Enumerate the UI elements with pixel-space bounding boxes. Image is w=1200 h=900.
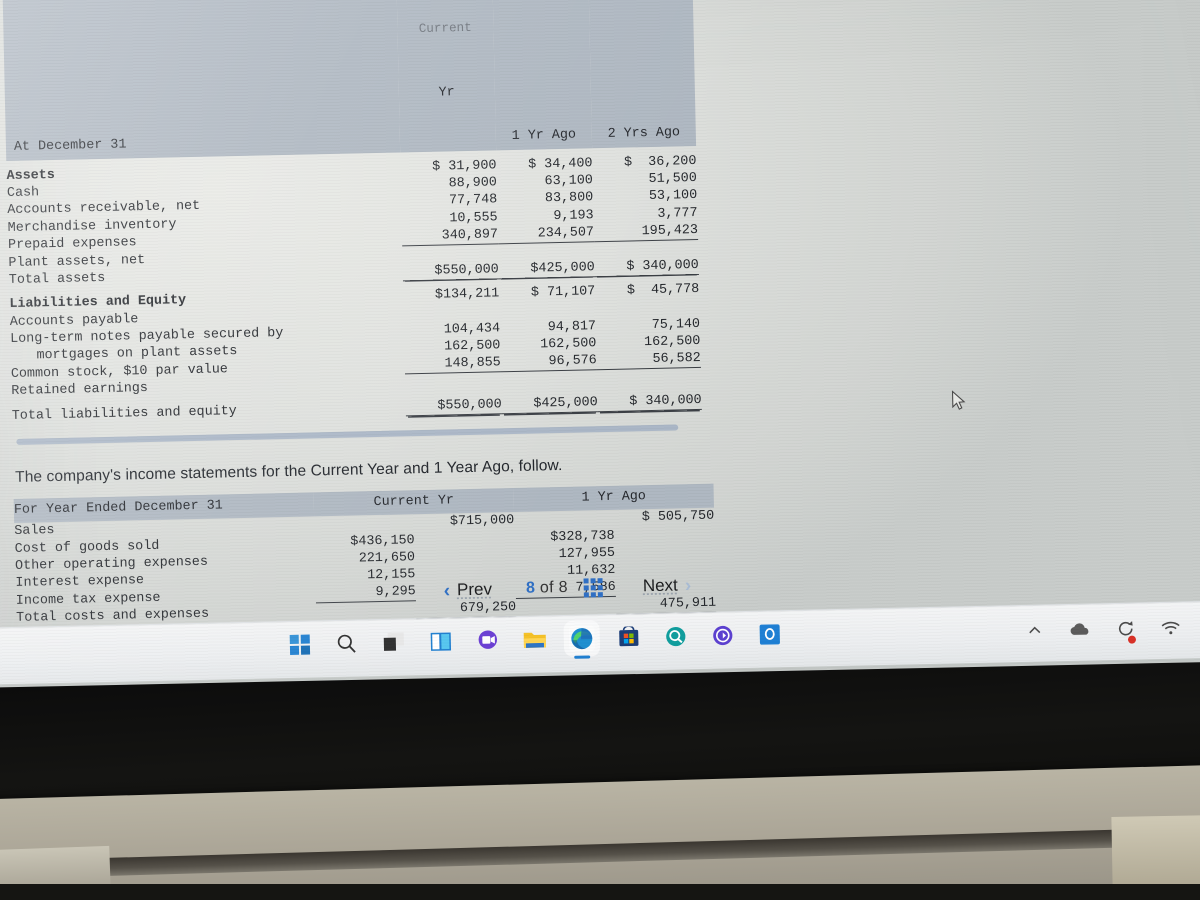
row-value: [414, 530, 514, 549]
row-value: $ 71,107: [530, 284, 596, 302]
purple-app-icon[interactable]: [710, 622, 737, 649]
row-value: 63,100: [544, 173, 594, 190]
row-value: 83,800: [544, 190, 594, 207]
row-value: 162,500: [444, 338, 501, 355]
chevron-right-icon: ›: [684, 574, 692, 596]
row-value: 77,748: [448, 192, 498, 209]
row-value: 88,900: [448, 175, 498, 192]
row-value: 10,555: [449, 209, 498, 226]
row-value: [402, 244, 499, 263]
pagination-bar: ‹ Prev 8 of 8 Next ›: [443, 564, 774, 609]
row-value: $ 340,000: [597, 392, 702, 413]
onedrive-cloud-icon[interactable]: [1069, 622, 1091, 641]
search-app-icon[interactable]: [663, 623, 690, 650]
search-icon[interactable]: [334, 630, 361, 657]
microsoft-store-icon[interactable]: [616, 624, 643, 651]
row-value: $550,000: [402, 261, 499, 281]
page-total: 8: [558, 578, 569, 597]
page-current: 8: [525, 579, 536, 597]
photo-of-laptop-screen: At December 31 Current Yr 1 Yr Ago 2 Yrs…: [0, 0, 1200, 900]
row-value: $328,738: [550, 528, 615, 545]
row-value: 221,650: [358, 549, 416, 567]
row-value: 127,955: [558, 545, 616, 562]
blue-app-icon[interactable]: [756, 621, 783, 648]
next-label: Next: [642, 575, 679, 596]
narrative-text: The company's income statements for the …: [14, 457, 563, 487]
page-of: of: [539, 579, 555, 597]
row-value: [403, 303, 500, 322]
row-value: 234,507: [497, 224, 595, 244]
row-value: [314, 515, 414, 534]
next-button[interactable]: Next ›: [643, 575, 692, 596]
row-value: 56,582: [596, 350, 701, 371]
file-explorer-icon[interactable]: [522, 626, 549, 653]
section-divider-rule-1: [16, 424, 679, 446]
balance-sheet-table: At December 31 Current Yr 1 Yr Ago 2 Yrs…: [2, 0, 702, 425]
wifi-icon[interactable]: [1161, 620, 1181, 640]
task-view-icon[interactable]: [381, 629, 408, 656]
prev-button[interactable]: ‹ Prev: [443, 579, 493, 602]
row-value: 9,193: [553, 207, 594, 224]
row-value: [501, 370, 597, 389]
update-badge: [1127, 635, 1137, 644]
prev-label: Prev: [456, 579, 493, 600]
row-value: 3,777: [657, 205, 698, 222]
row-value: 53,100: [648, 188, 698, 205]
row-value: 12,155: [367, 567, 416, 584]
row-value: $436,150: [350, 532, 415, 550]
row-value: $ 45,778: [626, 282, 700, 299]
bs-header-label: At December 31: [2, 0, 400, 162]
row-value: [498, 242, 594, 261]
row-value: 148,855: [404, 354, 501, 375]
row-value: $134,211: [434, 286, 500, 304]
balance-sheet-body: Assets $ 31,900 $ 34,400 $ 36,200 Cash 88,900…: [6, 153, 702, 425]
chat-teams-icon[interactable]: [475, 627, 502, 654]
row-value: $425,000: [501, 394, 598, 415]
row-value: 104,434: [443, 321, 501, 338]
row-value: 94,817: [547, 319, 597, 336]
bs-header-col-2yr: 2 Yrs Ago: [588, 0, 697, 149]
chevron-left-icon: ‹: [443, 579, 451, 602]
laptop-screen: At December 31 Current Yr 1 Yr Ago 2 Yrs…: [0, 0, 1200, 726]
row-value: [615, 542, 715, 561]
row-value: $ 31,900: [432, 158, 497, 175]
row-value: 9,295: [315, 583, 416, 604]
bs-header-col-current: Current Yr: [395, 0, 497, 153]
start-icon[interactable]: [287, 631, 314, 658]
row-value: 96,576: [500, 352, 597, 373]
show-hidden-icons-chevron[interactable]: [1027, 624, 1043, 643]
bs-header-col-1yr: 1 Yr Ago: [492, 0, 593, 151]
row-value: $ 34,400: [528, 156, 593, 173]
row-value: [614, 525, 714, 544]
system-tray: [1027, 619, 1181, 645]
row-value: [514, 510, 614, 529]
edge-browser-icon[interactable]: [568, 625, 596, 652]
row-value: $425,000: [498, 258, 595, 279]
row-value: [405, 372, 502, 391]
grid-view-icon[interactable]: [583, 577, 604, 598]
row-value: $ 505,750: [641, 509, 715, 526]
photo-foreground: [0, 884, 1200, 900]
row-value: [499, 301, 595, 320]
row-value: $ 340,000: [594, 256, 699, 277]
row-value: 195,423: [593, 221, 699, 242]
windows-update-icon[interactable]: [1117, 620, 1137, 644]
mouse-pointer: [951, 390, 967, 412]
row-value: [415, 547, 515, 566]
taskbar-icon-group: [287, 621, 783, 658]
laptop-hinge-right: [1111, 815, 1200, 887]
page-counter: 8 of 8: [526, 579, 568, 598]
widgets-icon[interactable]: [428, 628, 455, 655]
row-value: 162,500: [539, 336, 597, 353]
row-value: $550,000: [405, 396, 502, 417]
row-value: $715,000: [449, 513, 515, 530]
row-value: 340,897: [401, 226, 499, 246]
balance-sheet-header-row: At December 31 Current Yr 1 Yr Ago 2 Yrs…: [2, 0, 697, 162]
